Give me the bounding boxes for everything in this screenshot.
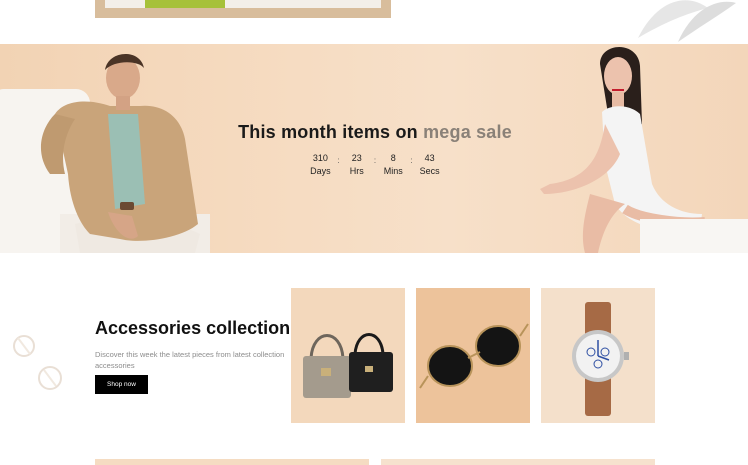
countdown-timer: 310 Days : 23 Hrs : 8 Mins : 43 Secs xyxy=(305,152,445,178)
mega-sale-banner: This month items on mega sale 310 Days :… xyxy=(0,44,748,253)
man-model-image xyxy=(40,53,210,253)
sale-heading-accent: mega sale xyxy=(423,122,512,142)
handbags-image xyxy=(303,333,393,398)
sunglasses-image xyxy=(419,323,529,389)
shop-now-button[interactable]: Shop now xyxy=(95,375,148,394)
countdown-value: 23 xyxy=(351,153,362,163)
watch-image xyxy=(572,302,629,416)
countdown-label: Mins xyxy=(383,166,403,176)
countdown-hours: 23 Hrs xyxy=(341,152,372,178)
top-product-image xyxy=(145,0,225,8)
top-product-strip xyxy=(0,0,748,44)
bottom-promo-left xyxy=(95,459,369,465)
countdown-minutes: 8 Mins xyxy=(378,152,409,178)
product-tile-watch[interactable] xyxy=(541,288,655,423)
countdown-label: Secs xyxy=(419,166,440,176)
countdown-label: Hrs xyxy=(349,166,364,176)
product-tile-sunglasses[interactable] xyxy=(416,288,530,423)
sale-heading: This month items on mega sale xyxy=(200,122,550,143)
countdown-value: 43 xyxy=(424,153,435,163)
product-tile-handbags[interactable] xyxy=(291,288,405,423)
bench-shape xyxy=(640,219,748,253)
accessories-title: Accessories collection xyxy=(95,318,291,338)
sale-heading-main: This month items on xyxy=(238,122,418,142)
bottom-promo-right xyxy=(381,459,655,465)
countdown-label: Days xyxy=(310,166,331,176)
countdown-days: 310 Days xyxy=(305,152,336,178)
top-product-frame xyxy=(95,0,391,18)
accessories-description: Discover this week the latest pieces fro… xyxy=(95,350,285,370)
leaf-decoration-icon xyxy=(638,0,736,42)
countdown-value: 8 xyxy=(390,153,396,163)
countdown-value: 310 xyxy=(312,153,328,163)
countdown-seconds: 43 Secs xyxy=(414,152,445,178)
earrings-decoration-icon xyxy=(13,335,62,390)
